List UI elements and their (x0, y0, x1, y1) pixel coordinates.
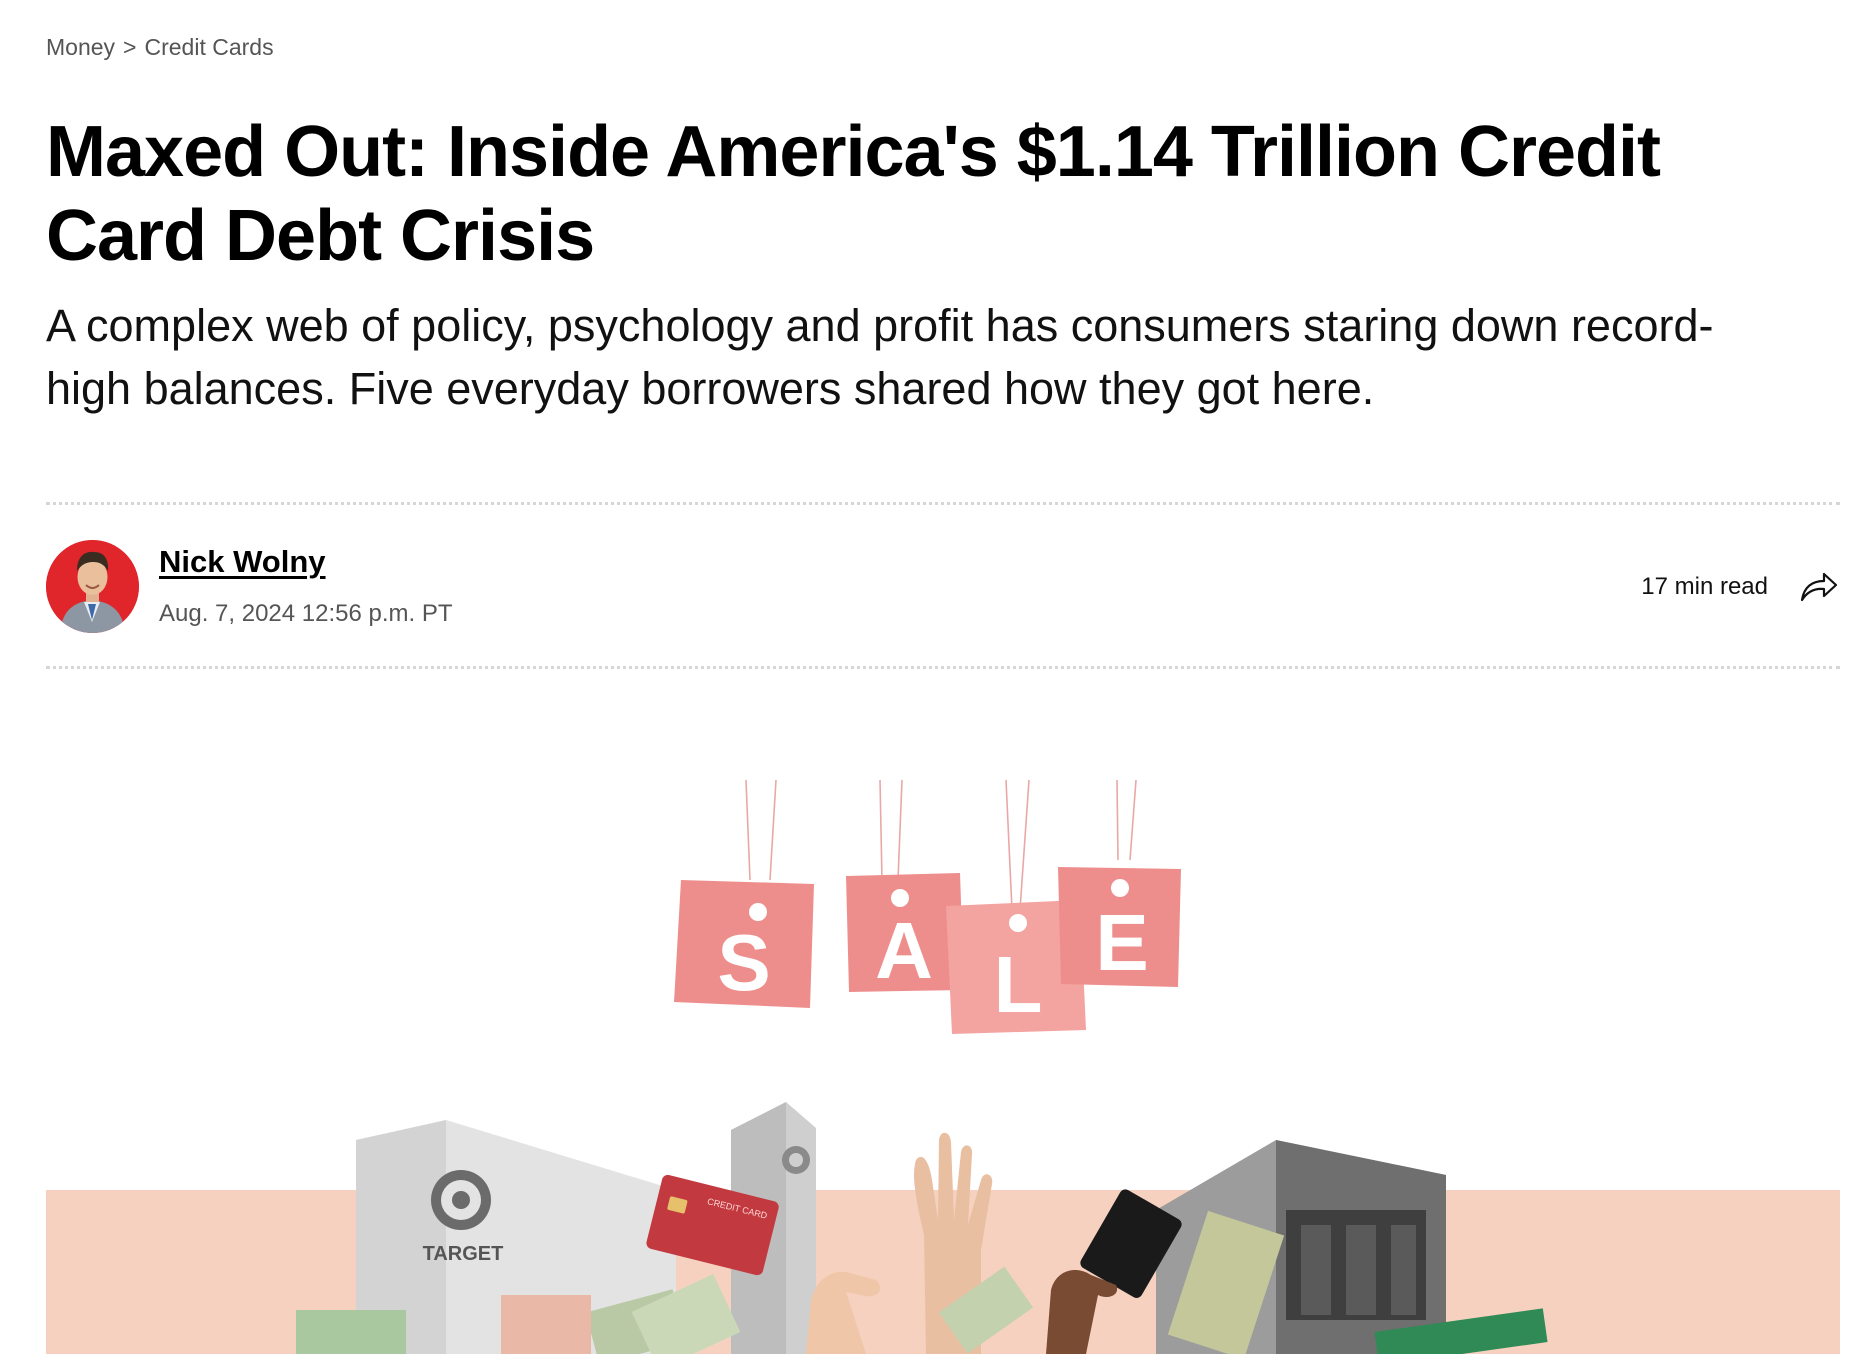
breadcrumb-separator: > (123, 34, 137, 60)
read-time: 17 min read (1641, 573, 1768, 600)
hero-image: S A L E TARGET CREDIT CARD (46, 780, 1840, 1354)
sale-tag-a: A (846, 873, 964, 995)
sale-tag-e: E (1058, 867, 1181, 987)
publish-date: Aug. 7, 2024 12:56 p.m. PT (159, 600, 453, 627)
divider-bottom (46, 666, 1840, 669)
article-subtitle: A complex web of policy, psychology and … (46, 300, 1714, 414)
byline: Nick Wolny Aug. 7, 2024 12:56 p.m. PT 17… (46, 540, 1840, 636)
sale-letter-s: S (717, 918, 770, 1007)
hero-illustration: S A L E TARGET CREDIT CARD (46, 780, 1840, 1354)
author-name-link[interactable]: Nick Wolny (159, 544, 326, 580)
author-photo (46, 540, 139, 633)
sale-letter-e: E (1095, 898, 1148, 987)
share-icon[interactable] (1798, 566, 1840, 608)
store-sign-text: TARGET (423, 1243, 504, 1265)
breadcrumb-money-link[interactable]: Money (46, 34, 115, 60)
sale-letter-a: A (875, 906, 933, 995)
breadcrumb: Money > Credit Cards (46, 34, 274, 61)
author-avatar[interactable] (46, 540, 139, 633)
divider-top (46, 502, 1840, 505)
article-title: Maxed Out: Inside America's $1.14 Trilli… (46, 112, 1661, 276)
breadcrumb-credit-cards-link[interactable]: Credit Cards (144, 34, 273, 60)
sale-letter-l: L (994, 940, 1043, 1029)
sale-tag-s: S (674, 880, 814, 1008)
